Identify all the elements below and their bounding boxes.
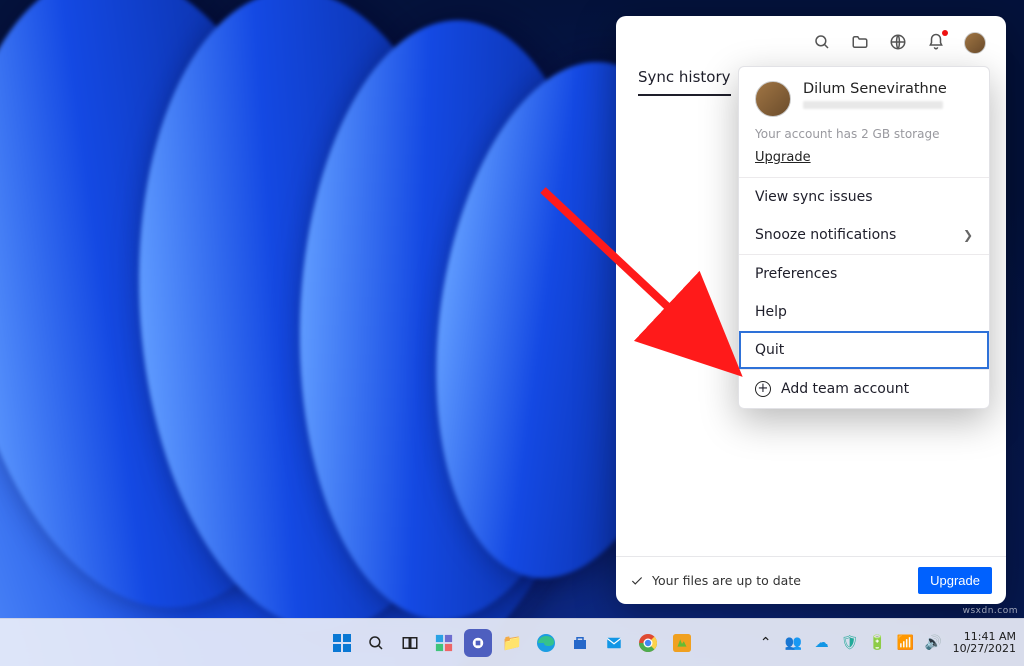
menu-preferences[interactable]: Preferences	[739, 255, 989, 293]
start-button[interactable]	[328, 629, 356, 657]
taskbar-right: ⌃ 👥 ☁ 🛡 🔋 📶 🔊 11:41 AM 10/27/2021	[757, 631, 1016, 654]
avatar[interactable]	[964, 32, 986, 54]
menu-snooze-notifications[interactable]: Snooze notifications ❯	[739, 216, 989, 254]
onedrive-tray-icon[interactable]: ☁	[813, 634, 831, 652]
tray-chevron-icon[interactable]: ⌃	[757, 634, 775, 652]
user-email-blurred	[803, 101, 943, 109]
check-icon	[630, 574, 644, 588]
folder-icon[interactable]	[850, 32, 870, 52]
upgrade-link[interactable]: Upgrade	[739, 150, 827, 177]
chat-icon[interactable]	[464, 629, 492, 657]
notification-dot	[942, 30, 948, 36]
store-icon[interactable]	[566, 629, 594, 657]
edge-icon[interactable]	[532, 629, 560, 657]
teams-tray-icon[interactable]: 👥	[785, 634, 803, 652]
taskbar: 📁 ⌃ 👥 ☁ 🛡 🔋 📶 🔊 11:41 AM 10/27/2021	[0, 618, 1024, 666]
explorer-icon[interactable]: 📁	[498, 629, 526, 657]
account-menu: Dilum Senevirathne Your account has 2 GB…	[738, 66, 990, 409]
search-icon[interactable]	[812, 32, 832, 52]
chrome-icon[interactable]	[634, 629, 662, 657]
widgets-icon[interactable]	[430, 629, 458, 657]
task-view-icon[interactable]	[396, 629, 424, 657]
upgrade-button[interactable]: Upgrade	[918, 567, 992, 594]
menu-quit[interactable]: Quit	[739, 331, 989, 369]
globe-icon[interactable]	[888, 32, 908, 52]
watermark: wsxdn.com	[963, 606, 1018, 616]
tab-sync-history[interactable]: Sync history	[638, 68, 731, 96]
user-name: Dilum Senevirathne	[803, 81, 947, 97]
status-bar: Your files are up to date Upgrade	[616, 556, 1006, 604]
menu-help[interactable]: Help	[739, 293, 989, 331]
battery-tray-icon[interactable]: 🔋	[869, 634, 887, 652]
window-toolbar	[616, 16, 1006, 60]
volume-tray-icon[interactable]: 🔊	[925, 634, 943, 652]
taskbar-search-icon[interactable]	[362, 629, 390, 657]
security-tray-icon[interactable]: 🛡	[841, 634, 859, 652]
menu-add-team-account[interactable]: +Add team account	[739, 370, 989, 408]
plus-circle-icon: +	[755, 381, 771, 397]
taskbar-clock[interactable]: 11:41 AM 10/27/2021	[953, 631, 1016, 654]
chevron-right-icon: ❯	[963, 228, 973, 242]
mail-icon[interactable]	[600, 629, 628, 657]
bell-icon[interactable]	[926, 32, 946, 52]
menu-view-sync-issues[interactable]: View sync issues	[739, 178, 989, 216]
taskbar-center: 📁	[328, 629, 696, 657]
app-icon[interactable]	[668, 629, 696, 657]
storage-info: Your account has 2 GB storage	[739, 125, 989, 149]
wifi-tray-icon[interactable]: 📶	[897, 634, 915, 652]
menu-avatar	[755, 81, 791, 117]
status-text: Your files are up to date	[652, 573, 801, 588]
